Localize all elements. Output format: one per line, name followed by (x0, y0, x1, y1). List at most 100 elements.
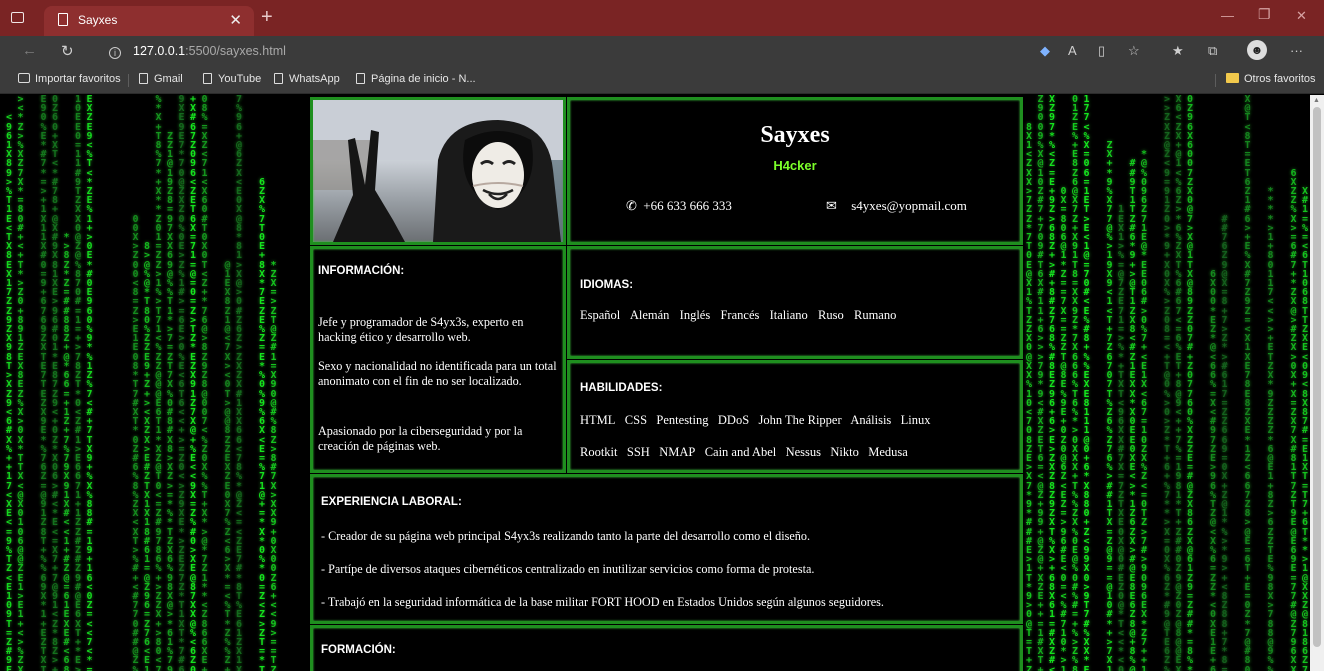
info-paragraph-1: Jefe y programador de S4yx3s, experto en… (318, 315, 524, 344)
tab-title: Sayxes (78, 13, 118, 27)
scroll-up-icon[interactable]: ▲ (1313, 97, 1320, 104)
favorites-icon[interactable]: ★ (1172, 43, 1184, 59)
browser-tab[interactable]: Sayxes ✕ (44, 6, 254, 36)
skill-item: Cain and Abel (704, 445, 777, 459)
info-icon[interactable]: i (109, 47, 121, 59)
matrix-glyph-column: @ 1 E X 8 Z 1 @ < 7 X > < 0 T > @ @ 8 Z … (224, 259, 231, 671)
matrix-glyph-column: 0 X = 8 0 6 @ 1 * Z = = 7 X = = Z Z T @ … (1060, 186, 1067, 671)
bookmark-import-favorites[interactable]: Importar favoritos (18, 73, 121, 85)
header-panel: Sayxes H4cker ✆ +66 633 666 333 ✉ s4yxes… (567, 97, 1023, 245)
matrix-glyph-column: E X Z E 9 < % T < * Z E % 1 + > 0 E * # … (86, 95, 93, 671)
url-path: :5500/sayxes.html (185, 44, 286, 58)
refresh-icon[interactable]: ↻ (61, 42, 74, 60)
profile-photo (310, 97, 566, 245)
tab-actions-icon[interactable] (11, 12, 24, 23)
matrix-glyph-column: Z X + * 9 % X 7 7 @ % > 1 9 X 9 < 1 < T … (1106, 140, 1113, 671)
language-item: Francés (720, 308, 760, 322)
collections-icon[interactable]: ⧉ (1208, 43, 1217, 59)
matrix-glyph-column: * @ % 0 9 6 Z 7 1 E @ * E E 0 6 # > 0 % … (1140, 149, 1148, 671)
info-paragraph-2: Sexo y nacionalidad no identificada para… (318, 359, 557, 388)
matrix-glyph-column: 0 0 X > Z 0 0 < 8 = Z > E 1 E 0 8 * T 7 … (132, 213, 139, 671)
email-icon: ✉ (826, 198, 837, 213)
matrix-glyph-column: 0 1 Z E % + E 8 Z 6 @ X 7 Z + X 9 1 T 8 … (1071, 95, 1079, 671)
phone-contact: ✆ +66 633 666 333 (626, 198, 732, 214)
page-icon (274, 73, 283, 84)
experience-item: - Partípe de diversos ataques cibernétic… (321, 562, 815, 576)
matrix-glyph-column: > < * Z > % X Z 7 X * = 8 0 # + < + T * … (17, 95, 24, 671)
matrix-glyph-column: 1 0 E E 0 = 1 1 # 9 T Z X X 0 @ Z @ % 8 … (74, 95, 82, 671)
language-item: Rumano (854, 308, 897, 322)
languages-panel: IDIOMAS: Español Alemán Inglés Francés I… (567, 246, 1023, 359)
profile-avatar-icon[interactable]: ☻ (1247, 40, 1267, 60)
bookmark-gmail[interactable]: Gmail (139, 73, 183, 85)
language-item: Italiano (769, 308, 808, 322)
language-item: Español (580, 308, 621, 322)
bookmark-home[interactable]: Página de inicio - N... (356, 73, 476, 85)
page-icon (58, 13, 68, 26)
skill-item: Pentesting (656, 413, 709, 427)
immersive-reader-icon[interactable]: ▯ (1098, 43, 1105, 59)
matrix-glyph-column: % * X + T 8 % 7 * + X * * Z 0 1 = Z Z > … (155, 95, 162, 671)
skills-panel: HABILIDADES: HTML CSS Pentesting DDoS Jo… (567, 360, 1023, 473)
skills-row-2: Rootkit SSH NMAP Cain and Abel Nessus Ni… (580, 445, 908, 460)
profile-role: H4cker (773, 158, 817, 173)
phone-icon: ✆ (626, 198, 637, 213)
page-icon (203, 73, 212, 84)
url-host: 127.0.0.1 (133, 44, 186, 58)
matrix-glyph-column: 7 % 9 6 + @ 6 Z X < E 0 X @ 8 * 8 1 > X … (235, 95, 243, 671)
experience-item: - Creador de su página web principal S4y… (321, 529, 811, 543)
matrix-glyph-column: 9 X E 9 E 7 * 7 0 @ Z X Z 0 % 0 E > Z % … (178, 95, 185, 671)
anonymous-hacker-photo (313, 100, 563, 242)
matrix-glyph-column: E 9 0 % E * # 7 * = > + 1 X 1 1 X # 0 = … (40, 95, 47, 671)
matrix-glyph-column: # # 7 6 Z 9 @ X = 8 + 7 > Z * > # 6 1 7 … (1221, 213, 1228, 671)
education-panel: FORMACIÓN: (310, 625, 1023, 671)
back-icon[interactable]: ← (22, 42, 37, 59)
email-address[interactable]: s4yxes@yopmail.com (851, 198, 967, 213)
languages-list: Español Alemán Inglés Francés Italiano R… (580, 308, 896, 323)
experience-panel: EXPERIENCIA LABORAL: - Creador de su pág… (310, 474, 1023, 624)
restore-icon[interactable]: ❐ (1258, 6, 1271, 23)
window-close-icon[interactable]: ✕ (1296, 8, 1307, 24)
skill-item: HTML (580, 413, 616, 427)
skill-item: Nessus (785, 445, 822, 459)
bookmark-other-favorites[interactable]: Otros favoritos (1226, 73, 1316, 85)
experience-heading: EXPERIENCIA LABORAL: (321, 496, 462, 508)
matrix-glyph-column: 6 X Z Z % X > = 6 # 7 + * Z X @ > # Z X … (1290, 167, 1297, 671)
matrix-glyph-column: 0 Z 9 6 X 6 0 0 7 Z X 0 @ 7 > X @ 1 T X … (1186, 95, 1194, 671)
skill-item: DDoS (717, 413, 750, 427)
more-menu-icon[interactable]: ··· (1290, 43, 1303, 58)
matrix-glyph-column: X # 1 = % = < 6 T 1 0 6 8 T T Z X E < 0 … (1301, 186, 1309, 671)
matrix-glyph-column: 8 X 1 < Z X X > 7 Z Z * 7 T 0 E @ X 1 % … (1025, 121, 1033, 671)
read-aloud-icon[interactable]: A (1068, 43, 1077, 58)
page-viewport: < 9 6 1 X 8 9 > % T 1 E < T X 8 E X 1 7 … (0, 95, 1310, 671)
import-icon (18, 73, 30, 83)
close-tab-icon[interactable]: ✕ (229, 11, 242, 29)
bookmark-youtube[interactable]: YouTube (203, 73, 261, 85)
browser-titlebar: Sayxes ✕ + — ❐ ✕ (0, 0, 1324, 36)
page-icon (356, 73, 365, 84)
matrix-glyph-column: 6 Z X % 7 T 0 E + 8 X * 7 E Z E % Z = E … (258, 176, 266, 671)
bookmark-whatsapp[interactable]: WhatsApp (274, 73, 340, 85)
info-panel: INFORMACIÓN: Jefe y programador de S4yx3… (310, 246, 566, 473)
experience-item: - Trabajó en la seguridad informática de… (321, 595, 884, 609)
skill-item: Análisis (850, 413, 892, 427)
skills-heading: HABILIDADES: (580, 382, 663, 394)
new-tab-icon[interactable]: + (261, 7, 273, 27)
email-contact[interactable]: ✉ s4yxes@yopmail.com (826, 198, 967, 214)
minimize-icon[interactable]: — (1221, 8, 1234, 23)
bookmark-separator (128, 74, 129, 87)
matrix-glyph-column: X 6 < Z X + @ 1 < % 6 Z > * 6 % Z X T % … (1175, 95, 1182, 671)
scrollbar-thumb[interactable] (1313, 107, 1321, 647)
education-heading: FORMACIÓN: (321, 644, 396, 656)
info-heading: INFORMACIÓN: (318, 265, 405, 277)
phone-number: +66 633 666 333 (643, 198, 732, 213)
skill-item: NMAP (659, 445, 696, 459)
language-item: Alemán (629, 308, 670, 322)
info-paragraph-3: Apasionado por la ciberseguridad y por l… (318, 424, 523, 453)
tag-icon[interactable]: ◆ (1040, 43, 1050, 59)
matrix-glyph-column: X @ T < 8 T = E T 6 Z 1 # 6 > + E % X # … (1244, 95, 1251, 671)
page-scrollbar[interactable]: ▲ (1310, 95, 1324, 671)
add-favorite-icon[interactable]: ☆ (1128, 43, 1140, 59)
skill-item: CSS (624, 413, 648, 427)
url-bar[interactable]: i 127.0.0.1:5500/sayxes.html (95, 40, 1025, 62)
